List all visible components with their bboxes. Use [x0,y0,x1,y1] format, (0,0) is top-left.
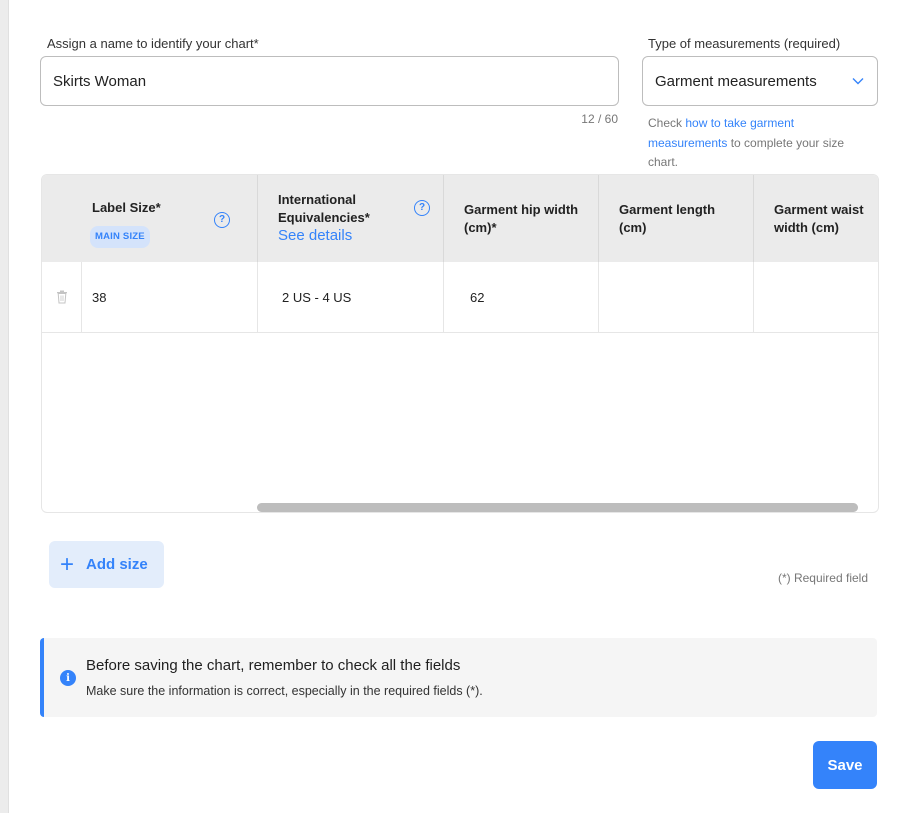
size-table: Label Size* MAIN SIZE ? International Eq… [41,174,879,513]
chart-name-label: Assign a name to identify your chart* [47,36,259,51]
international-title: International Equivalencies* [278,192,370,225]
add-size-button[interactable]: + Add size [49,541,164,588]
header-hip-width: Garment hip width (cm)* [444,175,599,262]
table-row: 38 2 US - 4 US 62 [42,262,878,333]
header-delete-col [42,175,82,262]
header-label-size: Label Size* MAIN SIZE ? [82,175,258,262]
add-size-label: Add size [86,556,148,573]
trash-icon[interactable] [56,290,68,304]
waist-width-title: Garment waist width (cm) [774,202,864,235]
notice-body: Make sure the information is correct, es… [86,684,483,698]
horizontal-scrollbar[interactable] [257,503,858,512]
international-cell[interactable]: 2 US - 4 US [258,262,444,332]
waist-width-cell[interactable] [754,262,878,332]
measurement-type-value: Garment measurements [655,72,817,90]
left-rail [0,0,9,813]
required-field-note: (*) Required field [777,571,868,585]
table-header: Label Size* MAIN SIZE ? International Eq… [42,175,878,262]
chart-name-char-count: 12 / 60 [581,112,618,126]
main-size-badge: MAIN SIZE [90,226,150,248]
chart-name-input[interactable] [40,56,619,106]
header-length: Garment length (cm) [599,175,754,262]
length-title: Garment length (cm) [619,202,716,235]
header-waist-width: Garment waist width (cm) [754,175,878,262]
help-question-icon[interactable]: ? [414,200,430,216]
label-size-title: Label Size* [92,200,161,215]
notice-banner: i Before saving the chart, remember to c… [40,638,877,717]
see-details-link[interactable]: See details [278,227,352,245]
info-icon: i [60,670,76,686]
hip-width-title: Garment hip width (cm)* [464,202,579,235]
plus-icon: + [60,550,75,578]
chevron-down-icon [852,78,864,85]
save-button[interactable]: Save [813,741,877,789]
header-international: International Equivalencies* See details… [258,175,444,262]
help-question-icon[interactable]: ? [214,212,230,228]
label-size-cell[interactable]: 38 [82,262,258,332]
measurement-type-select[interactable]: Garment measurements [642,56,878,106]
hip-width-cell[interactable]: 62 [444,262,599,332]
length-cell[interactable] [599,262,754,332]
notice-title: Before saving the chart, remember to che… [86,657,461,674]
delete-row-cell [42,262,82,332]
measurement-type-label: Type of measurements (required) [648,36,841,51]
help-prefix: Check [648,116,686,130]
measurement-help-text: Check how to take garment measurements t… [648,114,876,173]
